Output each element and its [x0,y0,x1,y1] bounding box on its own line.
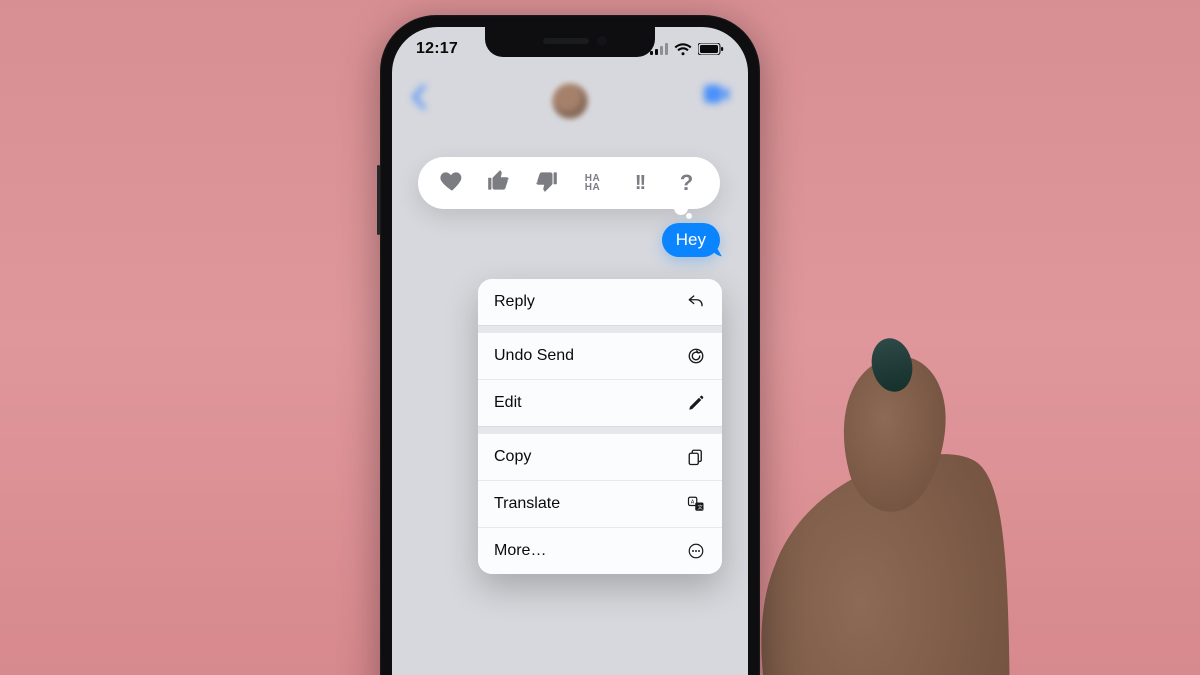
tapback-haha[interactable]: HA HA [578,168,608,198]
menu-label: Edit [494,394,522,412]
reply-arrow-icon [686,292,706,312]
iphone-frame: 12:17 [380,15,760,675]
question-icon: ? [680,170,693,196]
menu-edit[interactable]: Edit [478,379,722,426]
menu-separator [478,325,722,332]
undo-icon [686,346,706,366]
menu-copy[interactable]: Copy [478,433,722,480]
heart-icon [439,168,465,199]
menu-label: Translate [494,495,560,513]
thumbs-down-icon [533,168,559,199]
wifi-icon [674,43,692,56]
message-text: Hey [676,230,706,249]
menu-reply[interactable]: Reply [478,279,722,325]
exclamation-icon: !! [635,172,644,195]
menu-label: Undo Send [494,347,574,365]
phone-screen: 12:17 [392,27,748,675]
svg-text:A: A [691,499,695,505]
more-ellipsis-icon [686,541,706,561]
menu-more[interactable]: More… [478,527,722,574]
menu-undo-send[interactable]: Undo Send [478,332,722,379]
menu-label: Reply [494,293,535,311]
notch [485,27,655,57]
haha-icon: HA HA [585,174,600,192]
message-bubble[interactable]: Hey [662,223,720,257]
copy-icon [686,447,706,467]
tapback-thumbs-up[interactable] [484,168,514,198]
pencil-icon [686,393,706,413]
thumbs-up-icon [486,168,512,199]
tapback-thumbs-down[interactable] [531,168,561,198]
translate-icon: A文 [686,494,706,514]
battery-icon [698,43,724,55]
tapback-emphasis[interactable]: !! [625,168,655,198]
tapback-bar: HA HA !! ? [418,157,720,209]
menu-label: More… [494,542,546,560]
context-menu: Reply Undo Send Edit Copy [478,279,722,574]
haha-text-bottom: HA [585,183,600,192]
status-right [650,43,724,56]
tapback-question[interactable]: ? [672,168,702,198]
status-time: 12:17 [416,40,458,58]
tapback-heart[interactable] [437,168,467,198]
menu-label: Copy [494,448,531,466]
menu-translate[interactable]: Translate A文 [478,480,722,527]
menu-separator [478,426,722,433]
